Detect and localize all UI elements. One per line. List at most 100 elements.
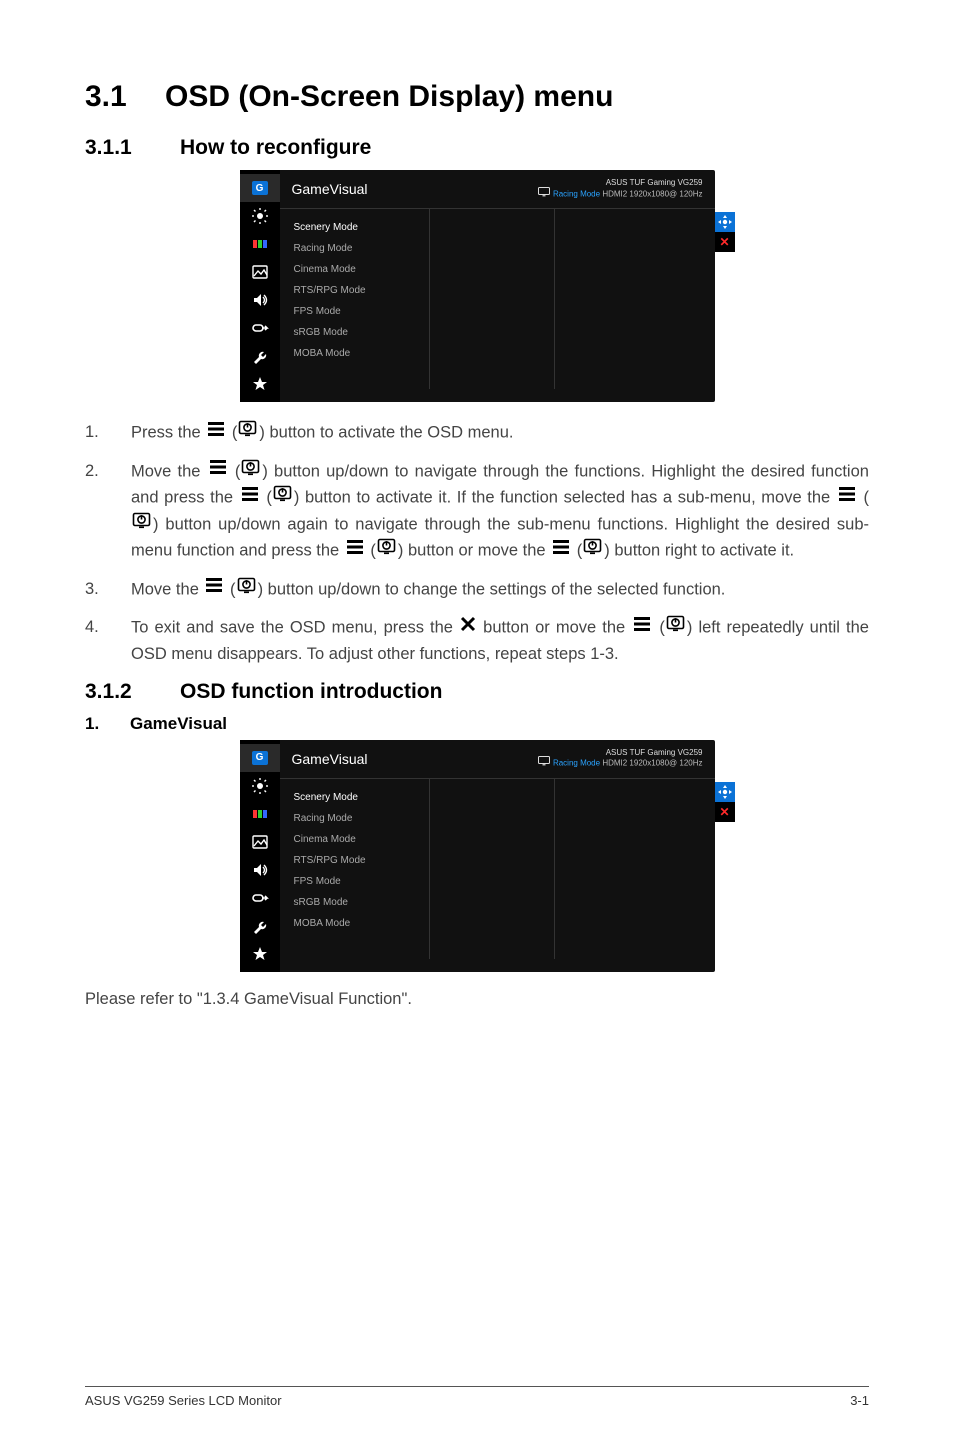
- steps-list: 1. Press the () button to activate the O…: [85, 420, 869, 668]
- osd-main: GameVisual ASUS TUF Gaming VG259 Racing …: [280, 740, 715, 972]
- osd-status-line2: Racing Mode HDMI2 1920x1080@ 120Hz: [537, 757, 703, 770]
- footer-left: ASUS VG259 Series LCD Monitor: [85, 1393, 282, 1408]
- osd-status-res: HDMI2 1920x1080@ 120Hz: [602, 189, 702, 198]
- step-3-text: Move the () button up/down to change the…: [131, 577, 869, 604]
- osd-col3: [555, 779, 715, 959]
- osd-menu-list: Scenery Mode Racing Mode Cinema Mode RTS…: [280, 779, 430, 959]
- osd-item-scenery: Scenery Mode: [280, 217, 429, 238]
- subsection-number-2: 3.1.2: [85, 680, 180, 704]
- menu-icon: [837, 485, 857, 511]
- osd-panel: G GameVisual ASUS TUF Gaming VG259 Racin…: [240, 170, 715, 402]
- item-heading-1: 1.GameVisual: [85, 714, 869, 734]
- menu-icon: [206, 420, 226, 446]
- footer-right: 3-1: [850, 1393, 869, 1408]
- step-2: 2. Move the () button up/down to navigat…: [85, 459, 869, 565]
- osd-item-racing: Racing Mode: [280, 808, 429, 829]
- joystick-icon: [715, 782, 735, 802]
- osd-main: GameVisual ASUS TUF Gaming VG259 Racing …: [280, 170, 715, 402]
- menu-icon: [551, 538, 571, 564]
- menu-icon: [632, 615, 652, 641]
- monitor-icon: [538, 187, 550, 200]
- bluelight-icon: [240, 772, 280, 800]
- step-1-num: 1.: [85, 420, 131, 447]
- close-icon: ✕: [715, 802, 735, 822]
- power-icon: [273, 484, 293, 511]
- section-number: 3.1: [85, 80, 165, 114]
- osd-header: GameVisual ASUS TUF Gaming VG259 Racing …: [280, 740, 715, 779]
- gamevisual-icon: G: [240, 744, 280, 772]
- osd-item-cinema: Cinema Mode: [280, 829, 429, 850]
- step-2-text: Move the () button up/down to navigate t…: [131, 459, 869, 565]
- step-1-text: Press the () button to activate the OSD …: [131, 420, 869, 447]
- monitor-icon: [538, 756, 550, 769]
- input-icon: [240, 884, 280, 912]
- osd-status-line1: ASUS TUF Gaming VG259: [537, 178, 703, 188]
- power-icon: [377, 537, 397, 564]
- step-2-num: 2.: [85, 459, 131, 565]
- osd-menu-list: Scenery Mode Racing Mode Cinema Mode RTS…: [280, 209, 430, 389]
- osd-item-srgb: sRGB Mode: [280, 322, 429, 343]
- osd-item-moba: MOBA Mode: [280, 343, 429, 364]
- step-4: 4. To exit and save the OSD menu, press …: [85, 615, 869, 667]
- osd-item-racing: Racing Mode: [280, 238, 429, 259]
- osd-status-line2: Racing Mode HDMI2 1920x1080@ 120Hz: [537, 188, 703, 201]
- image-icon: [240, 258, 280, 286]
- osd-item-rtsrpg: RTS/RPG Mode: [280, 850, 429, 871]
- system-icon: [240, 342, 280, 370]
- step-3-num: 3.: [85, 577, 131, 604]
- myfavorite-icon: [240, 940, 280, 968]
- osd-status-res: HDMI2 1920x1080@ 120Hz: [602, 759, 702, 768]
- x-icon: [460, 615, 476, 641]
- close-icon: ✕: [715, 232, 735, 252]
- osd-screenshot-1: G GameVisual ASUS TUF Gaming VG259 Racin…: [85, 170, 869, 402]
- osd-header: GameVisual ASUS TUF Gaming VG259 Racing …: [280, 170, 715, 209]
- subsection-title-2: OSD function introduction: [180, 680, 442, 703]
- menu-icon: [345, 538, 365, 564]
- bluelight-icon: [240, 202, 280, 230]
- osd-columns: Scenery Mode Racing Mode Cinema Mode RTS…: [280, 209, 715, 389]
- osd-right-icons: ✕: [715, 782, 735, 822]
- refer-text: Please refer to "1.3.4 GameVisual Functi…: [85, 990, 869, 1009]
- power-icon: [583, 537, 603, 564]
- section-title: OSD (On-Screen Display) menu: [165, 80, 613, 113]
- osd-columns: Scenery Mode Racing Mode Cinema Mode RTS…: [280, 779, 715, 959]
- osd-col2: [430, 779, 555, 959]
- osd-item-srgb: sRGB Mode: [280, 892, 429, 913]
- power-icon: [132, 511, 152, 538]
- osd-status-mode: Racing Mode: [553, 759, 600, 768]
- osd-panel: G GameVisual ASUS TUF Gaming VG259 Racin…: [240, 740, 715, 972]
- osd-item-cinema: Cinema Mode: [280, 259, 429, 280]
- osd-title: GameVisual: [292, 181, 368, 197]
- osd-item-fps: FPS Mode: [280, 301, 429, 322]
- input-icon: [240, 314, 280, 342]
- step-1: 1. Press the () button to activate the O…: [85, 420, 869, 447]
- section-heading: 3.1OSD (On-Screen Display) menu: [85, 80, 869, 114]
- power-icon: [238, 419, 258, 446]
- osd-item-moba: MOBA Mode: [280, 913, 429, 934]
- menu-icon: [204, 576, 224, 602]
- osd-status: ASUS TUF Gaming VG259 Racing Mode HDMI2 …: [537, 748, 703, 770]
- color-icon: [240, 800, 280, 828]
- osd-item-fps: FPS Mode: [280, 871, 429, 892]
- osd-status-mode: Racing Mode: [553, 189, 600, 198]
- osd-status-line1: ASUS TUF Gaming VG259: [537, 748, 703, 758]
- system-icon: [240, 912, 280, 940]
- menu-icon: [240, 485, 260, 511]
- osd-sidebar: G: [240, 740, 280, 972]
- subsection-heading-1: 3.1.1How to reconfigure: [85, 136, 869, 160]
- joystick-icon: [715, 212, 735, 232]
- subsection-number-1: 3.1.1: [85, 136, 180, 160]
- item-title-1: GameVisual: [130, 714, 227, 733]
- osd-item-scenery: Scenery Mode: [280, 787, 429, 808]
- step-4-text: To exit and save the OSD menu, press the…: [131, 615, 869, 667]
- menu-icon: [208, 458, 228, 484]
- color-icon: [240, 230, 280, 258]
- image-icon: [240, 828, 280, 856]
- power-icon: [241, 458, 261, 485]
- step-3: 3. Move the () button up/down to change …: [85, 577, 869, 604]
- myfavorite-icon: [240, 370, 280, 398]
- power-icon: [666, 614, 686, 641]
- item-number-1: 1.: [85, 714, 130, 734]
- sound-icon: [240, 856, 280, 884]
- page-footer: ASUS VG259 Series LCD Monitor 3-1: [85, 1386, 869, 1408]
